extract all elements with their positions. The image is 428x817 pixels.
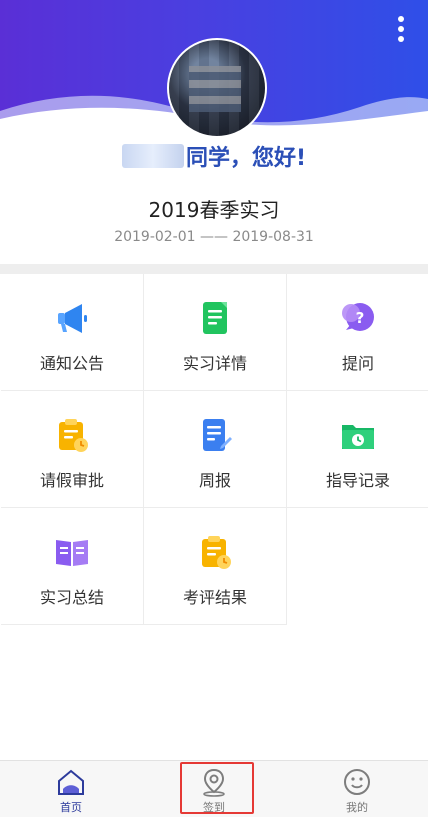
- menu-item-weekly-report[interactable]: 周报: [144, 391, 287, 508]
- menu-item-evaluation[interactable]: 考评结果: [144, 508, 287, 625]
- home-icon: [58, 769, 84, 795]
- menu-label: 周报: [198, 471, 231, 490]
- menu-label: 提问: [341, 354, 374, 373]
- smiley-icon: [344, 769, 370, 795]
- svg-text:?: ?: [356, 309, 365, 327]
- section-divider: [0, 264, 428, 274]
- megaphone-icon: [58, 304, 87, 333]
- dot-icon: [398, 26, 404, 32]
- dot-icon: [398, 36, 404, 42]
- menu-label: 请假审批: [39, 471, 104, 490]
- menu-label: 通知公告: [39, 354, 104, 373]
- name-redaction: [121, 144, 184, 168]
- tab-mine[interactable]: 我的: [286, 761, 428, 817]
- menu-item-details[interactable]: 实习详情: [144, 274, 287, 391]
- clipboard-clock-icon: [59, 419, 88, 452]
- greeting: 同学，您好!: [0, 140, 428, 172]
- book-icon: [56, 540, 88, 566]
- menu-item-notice[interactable]: 通知公告: [1, 274, 144, 391]
- folder-clock-icon: [342, 425, 374, 449]
- menu-item-ask[interactable]: ? 提问: [287, 274, 428, 391]
- avatar[interactable]: [167, 38, 267, 138]
- dot-icon: [398, 16, 404, 22]
- menu-label: 指导记录: [325, 471, 390, 490]
- menu-label: 实习详情: [182, 354, 247, 373]
- menu-item-summary[interactable]: 实习总结: [1, 508, 144, 625]
- program-name: 2019春季实习: [148, 198, 280, 222]
- tab-home[interactable]: 首页: [0, 761, 142, 817]
- highlight-box: [180, 762, 254, 814]
- report-edit-icon: [203, 419, 232, 451]
- tab-label: 首页: [60, 801, 82, 814]
- menu-item-guidance[interactable]: 指导记录: [287, 391, 428, 508]
- menu-label: 实习总结: [39, 588, 104, 607]
- menu-item-leave[interactable]: 请假审批: [1, 391, 144, 508]
- document-icon: [203, 302, 227, 334]
- program-dates: 2019-02-01 —— 2019-08-31: [114, 229, 314, 245]
- tab-label: 我的: [346, 801, 368, 814]
- avatar-blur: [189, 66, 241, 112]
- clipboard-clock-icon: [202, 536, 231, 569]
- question-chat-icon: ?: [342, 303, 374, 331]
- greeting-text: 同学，您好!: [185, 146, 307, 171]
- more-options-button[interactable]: [396, 16, 406, 46]
- menu-label: 考评结果: [182, 588, 247, 607]
